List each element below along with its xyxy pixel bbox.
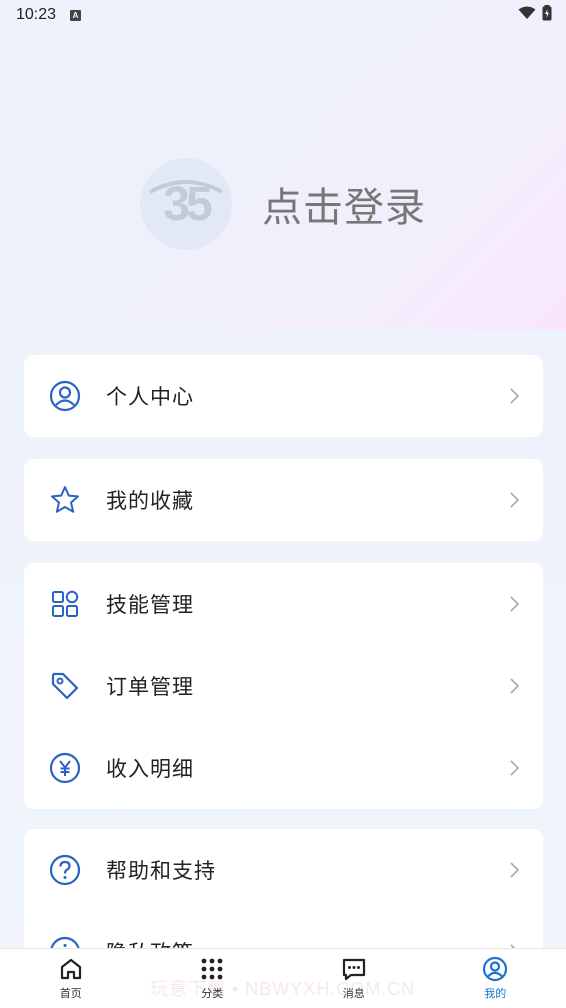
chevron-right-icon [507, 677, 521, 695]
menu-item-skill-management[interactable]: 技能管理 [24, 563, 543, 645]
user-circle-icon [482, 956, 508, 982]
tab-label: 消息 [342, 987, 365, 1000]
chevron-right-icon [507, 759, 521, 777]
menu-item-label: 收入明细 [106, 757, 194, 781]
tag-icon [48, 669, 82, 703]
status-time: 10:23 [16, 6, 57, 23]
menu-item-income-details[interactable]: 收入明细 [24, 727, 543, 809]
tab-label: 我的 [484, 987, 507, 1000]
menu-item-label: 我的收藏 [106, 489, 194, 513]
menu-card-support: 帮助和支持 隐私政策 [24, 829, 543, 948]
menu-item-label: 技能管理 [106, 593, 194, 617]
menu-item-help-support[interactable]: 帮助和支持 [24, 829, 543, 911]
status-bar: 10:23 A [0, 0, 566, 30]
logo-35-icon[interactable]: 35 [140, 158, 232, 250]
wifi-icon [518, 6, 536, 24]
tab-mine[interactable]: 我的 [425, 949, 566, 1008]
battery-icon [542, 5, 552, 25]
star-icon [48, 483, 82, 517]
chevron-right-icon [507, 491, 521, 509]
login-text[interactable]: 点击登录 [262, 175, 426, 233]
grid-apps-icon [48, 587, 82, 621]
login-area[interactable]: 35 点击登录 [140, 158, 426, 250]
chevron-right-icon [507, 861, 521, 879]
menu-card-favorites: 我的收藏 [24, 459, 543, 541]
info-circle-icon [48, 935, 82, 948]
bottom-tab-bar: 首页 分类 消息 我的 [0, 948, 566, 1008]
home-icon [58, 956, 84, 982]
notification-a-icon: A [70, 9, 82, 21]
menu-item-label: 帮助和支持 [106, 859, 216, 883]
tab-messages[interactable]: 消息 [283, 949, 425, 1008]
message-icon [341, 956, 367, 982]
menu-item-order-management[interactable]: 订单管理 [24, 645, 543, 727]
tab-home[interactable]: 首页 [0, 949, 142, 1008]
menu-card-profile: 个人中心 [24, 355, 543, 437]
menu-item-label: 隐私政策 [106, 937, 507, 948]
menu-item-label: 个人中心 [106, 385, 194, 409]
menu-item-personal-center[interactable]: 个人中心 [24, 355, 543, 437]
tab-category[interactable]: 分类 [142, 949, 284, 1008]
menu-card-management: 技能管理 订单管理 收入明细 [24, 563, 543, 809]
question-circle-icon [48, 853, 82, 887]
menu-item-label: 订单管理 [106, 675, 194, 699]
tab-label: 分类 [201, 987, 224, 1000]
yen-circle-icon [48, 751, 82, 785]
chevron-right-icon [507, 595, 521, 613]
tab-label: 首页 [59, 987, 82, 1000]
chevron-right-icon [507, 387, 521, 405]
menu-item-favorites[interactable]: 我的收藏 [24, 459, 543, 541]
user-circle-icon [48, 379, 82, 413]
dots-grid-icon [199, 956, 225, 982]
menu-item-privacy-policy[interactable]: 隐私政策 [24, 911, 543, 948]
